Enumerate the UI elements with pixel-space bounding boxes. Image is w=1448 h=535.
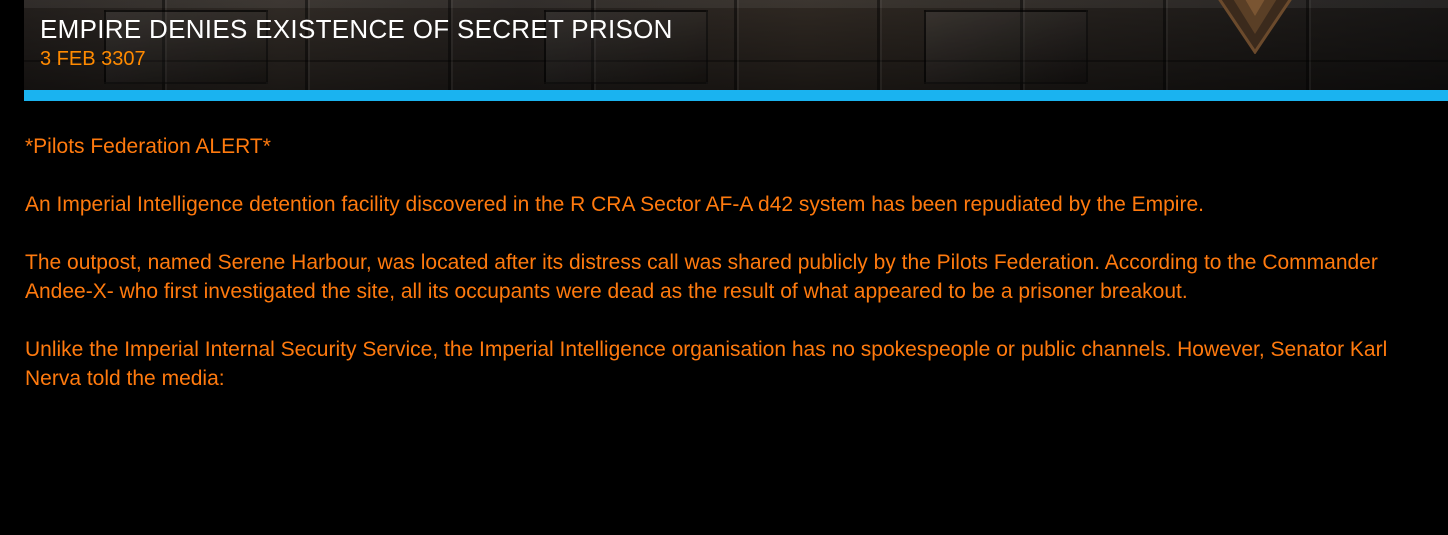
article-body: *Pilots Federation ALERT* An Imperial In… — [25, 132, 1443, 422]
article-paragraph: An Imperial Intelligence detention facil… — [25, 193, 1204, 216]
header-panel-plate — [924, 10, 1088, 84]
article-header-banner: EMPIRE DENIES EXISTENCE OF SECRET PRISON… — [24, 0, 1448, 90]
article-paragraph-alert: *Pilots Federation ALERT* — [25, 135, 271, 158]
article-date: 3 FEB 3307 — [40, 48, 146, 70]
galnet-article-page: EMPIRE DENIES EXISTENCE OF SECRET PRISON… — [0, 0, 1448, 535]
imperial-chevron-emblem-icon — [1218, 0, 1292, 54]
article-title: EMPIRE DENIES EXISTENCE OF SECRET PRISON — [40, 14, 673, 44]
header-accent-bar — [24, 90, 1448, 101]
article-paragraph: Unlike the Imperial Internal Security Se… — [25, 338, 1388, 390]
article-paragraph: The outpost, named Serene Harbour, was l… — [25, 251, 1378, 303]
